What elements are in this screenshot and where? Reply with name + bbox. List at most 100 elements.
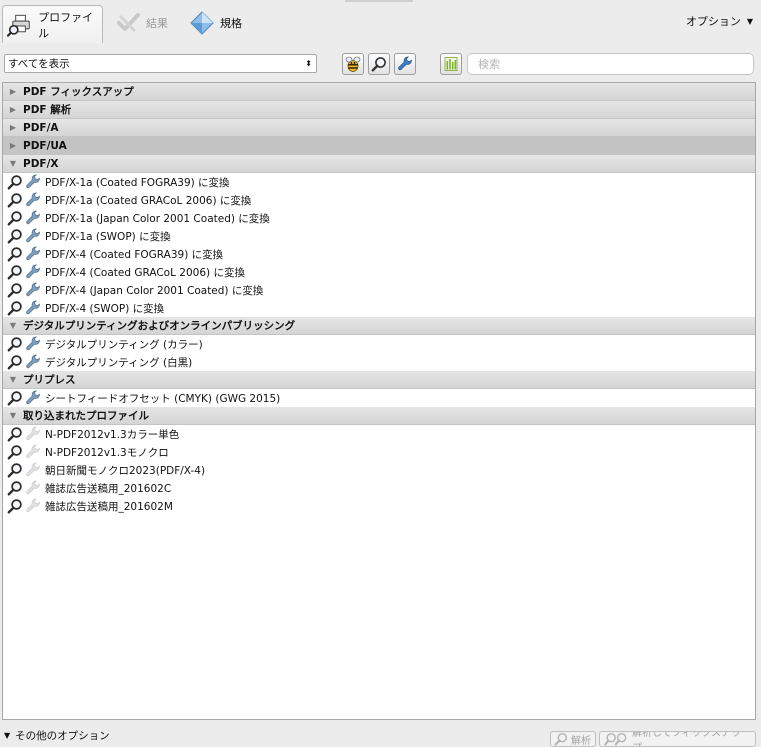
wrench-icon[interactable]: [25, 336, 41, 352]
wrench-icon[interactable]: [25, 390, 41, 406]
triangle-down-icon[interactable]: ▼: [6, 321, 20, 330]
magnifier-icon[interactable]: [7, 228, 23, 244]
profile-row[interactable]: デジタルプリンティング (白黒): [3, 353, 755, 371]
filter-dropdown-value: すべてを表示: [8, 58, 70, 70]
analyze-and-fixup-button[interactable]: 解析してフィックスアップ: [599, 731, 756, 747]
options-menu[interactable]: オプション ▼: [686, 13, 753, 29]
group-header[interactable]: ▼ PDF/X: [3, 155, 755, 173]
analysis-filter-button[interactable]: [368, 53, 390, 75]
wrench-icon[interactable]: [25, 282, 41, 298]
profile-row[interactable]: PDF/X-1a (Coated FOGRA39) に変換: [3, 173, 755, 191]
profile-row[interactable]: 雑誌広告送稿用_201602M: [3, 497, 755, 515]
magnifier-icon[interactable]: [7, 300, 23, 316]
profile-label: PDF/X-1a (Coated GRACoL 2006) に変換: [45, 194, 252, 207]
group-header-label: デジタルプリンティングおよびオンラインパブリッシング: [23, 320, 296, 332]
profile-row[interactable]: N-PDF2012v1.3モノクロ: [3, 443, 755, 461]
group-header[interactable]: ▶ PDF/UA: [3, 137, 755, 155]
profile-label: PDF/X-1a (SWOP) に変換: [45, 230, 171, 243]
triangle-down-icon[interactable]: ▼: [6, 159, 20, 168]
show-all-button[interactable]: [342, 53, 364, 75]
profile-row[interactable]: シートフィードオフセット (CMYK) (GWG 2015): [3, 389, 755, 407]
magnifier-icon[interactable]: [7, 426, 23, 442]
magnifier-icon: [554, 732, 568, 746]
updown-arrows-icon: ⬍: [305, 59, 312, 68]
profile-row[interactable]: PDF/X-1a (Japan Color 2001 Coated) に変換: [3, 209, 755, 227]
group-header[interactable]: ▼ プリプレス: [3, 371, 755, 389]
group-header[interactable]: ▼ 取り込まれたプロファイル: [3, 407, 755, 425]
profile-row[interactable]: PDF/X-4 (Japan Color 2001 Coated) に変換: [3, 281, 755, 299]
profile-row[interactable]: N-PDF2012v1.3カラー単色: [3, 425, 755, 443]
wrench-icon[interactable]: [25, 210, 41, 226]
wrench-icon[interactable]: [25, 354, 41, 370]
bottom-bar: ▼ その他のオプション 解析 解析してフィックスアップ: [0, 722, 761, 747]
magnifier-icon[interactable]: [7, 192, 23, 208]
magnifier-icon[interactable]: [7, 462, 23, 478]
magnifier-icon[interactable]: [7, 246, 23, 262]
profile-row[interactable]: 朝日新聞モノクロ2023(PDF/X-4): [3, 461, 755, 479]
magnifier-icon: [371, 57, 386, 72]
triangle-down-icon[interactable]: ▼: [6, 411, 20, 420]
profile-row[interactable]: PDF/X-4 (Coated FOGRA39) に変換: [3, 245, 755, 263]
profile-row[interactable]: PDF/X-1a (Coated GRACoL 2006) に変換: [3, 191, 755, 209]
magnifier-icon[interactable]: [7, 498, 23, 514]
wrench-icon[interactable]: [25, 264, 41, 280]
magnifier-icon[interactable]: [7, 390, 23, 406]
profile-label: デジタルプリンティング (カラー): [45, 338, 203, 351]
triangle-down-icon[interactable]: ▼: [6, 375, 20, 384]
group-header[interactable]: ▶ PDF 解析: [3, 101, 755, 119]
profile-row[interactable]: PDF/X-1a (SWOP) に変換: [3, 227, 755, 245]
group-header-label: 取り込まれたプロファイル: [23, 410, 149, 422]
analyze-button[interactable]: 解析: [550, 731, 596, 747]
group-header[interactable]: ▼ デジタルプリンティングおよびオンラインパブリッシング: [3, 317, 755, 335]
tab-results-label: 結果: [146, 17, 168, 30]
group-header-label: PDF フィックスアップ: [23, 86, 134, 98]
magnifier-icon[interactable]: [7, 264, 23, 280]
magnifier-icon[interactable]: [7, 444, 23, 460]
search-input[interactable]: [467, 53, 754, 75]
tab-standards[interactable]: 規格: [184, 6, 242, 40]
group-header[interactable]: ▶ PDF/A: [3, 119, 755, 137]
profile-label: デジタルプリンティング (白黒): [45, 356, 193, 369]
tab-profiles-label: プロファイル: [38, 10, 94, 40]
more-options-label: その他のオプション: [15, 730, 110, 742]
tab-results[interactable]: 結果: [110, 6, 168, 40]
magnifier-icon[interactable]: [7, 210, 23, 226]
profile-label: PDF/X-1a (Coated FOGRA39) に変換: [45, 176, 230, 189]
profile-label: 朝日新聞モノクロ2023(PDF/X-4): [45, 464, 206, 477]
filter-dropdown[interactable]: すべてを表示 ⬍: [4, 54, 317, 73]
more-options-toggle[interactable]: ▼ その他のオプション: [4, 728, 110, 743]
tab-profiles[interactable]: プロファイル: [2, 5, 103, 43]
profile-row[interactable]: PDF/X-4 (Coated GRACoL 2006) に変換: [3, 263, 755, 281]
magnifier-icon[interactable]: [7, 282, 23, 298]
wrench-icon[interactable]: [25, 192, 41, 208]
triangle-right-icon[interactable]: ▶: [6, 141, 20, 150]
magnifier-icon[interactable]: [7, 354, 23, 370]
group-header-label: PDF/A: [23, 121, 59, 134]
profile-label: PDF/X-4 (Coated FOGRA39) に変換: [45, 248, 224, 261]
profile-row[interactable]: 雑誌広告送稿用_201602C: [3, 479, 755, 497]
analyze-and-fixup-label: 解析してフィックスアップ: [631, 731, 742, 746]
wrench-icon[interactable]: [25, 174, 41, 190]
triangle-right-icon[interactable]: ▶: [6, 87, 20, 96]
diamond-icon: [190, 11, 214, 35]
triangle-right-icon[interactable]: ▶: [6, 105, 20, 114]
group-header[interactable]: ▶ PDF フィックスアップ: [3, 83, 755, 101]
magnifier-icon[interactable]: [7, 480, 23, 496]
magnifier-icon[interactable]: [7, 336, 23, 352]
tab-standards-label: 規格: [220, 17, 242, 30]
triangle-right-icon[interactable]: ▶: [6, 123, 20, 132]
wrench-disabled-icon: [26, 498, 40, 513]
profile-row[interactable]: デジタルプリンティング (カラー): [3, 335, 755, 353]
magnifier-icon[interactable]: [7, 174, 23, 190]
wrench-icon[interactable]: [25, 228, 41, 244]
group-header-label: プリプレス: [23, 374, 76, 386]
wrench-icon[interactable]: [25, 300, 41, 316]
wrench-icon[interactable]: [25, 246, 41, 262]
toolbar: すべてを表示 ⬍: [0, 44, 761, 82]
profile-label: PDF/X-1a (Japan Color 2001 Coated) に変換: [45, 212, 270, 225]
profile-label: 雑誌広告送稿用_201602C: [45, 482, 172, 495]
profile-row[interactable]: PDF/X-4 (SWOP) に変換: [3, 299, 755, 317]
fixup-filter-button[interactable]: [394, 53, 416, 75]
chart-button[interactable]: [440, 53, 462, 75]
profile-label: N-PDF2012v1.3カラー単色: [45, 428, 180, 441]
